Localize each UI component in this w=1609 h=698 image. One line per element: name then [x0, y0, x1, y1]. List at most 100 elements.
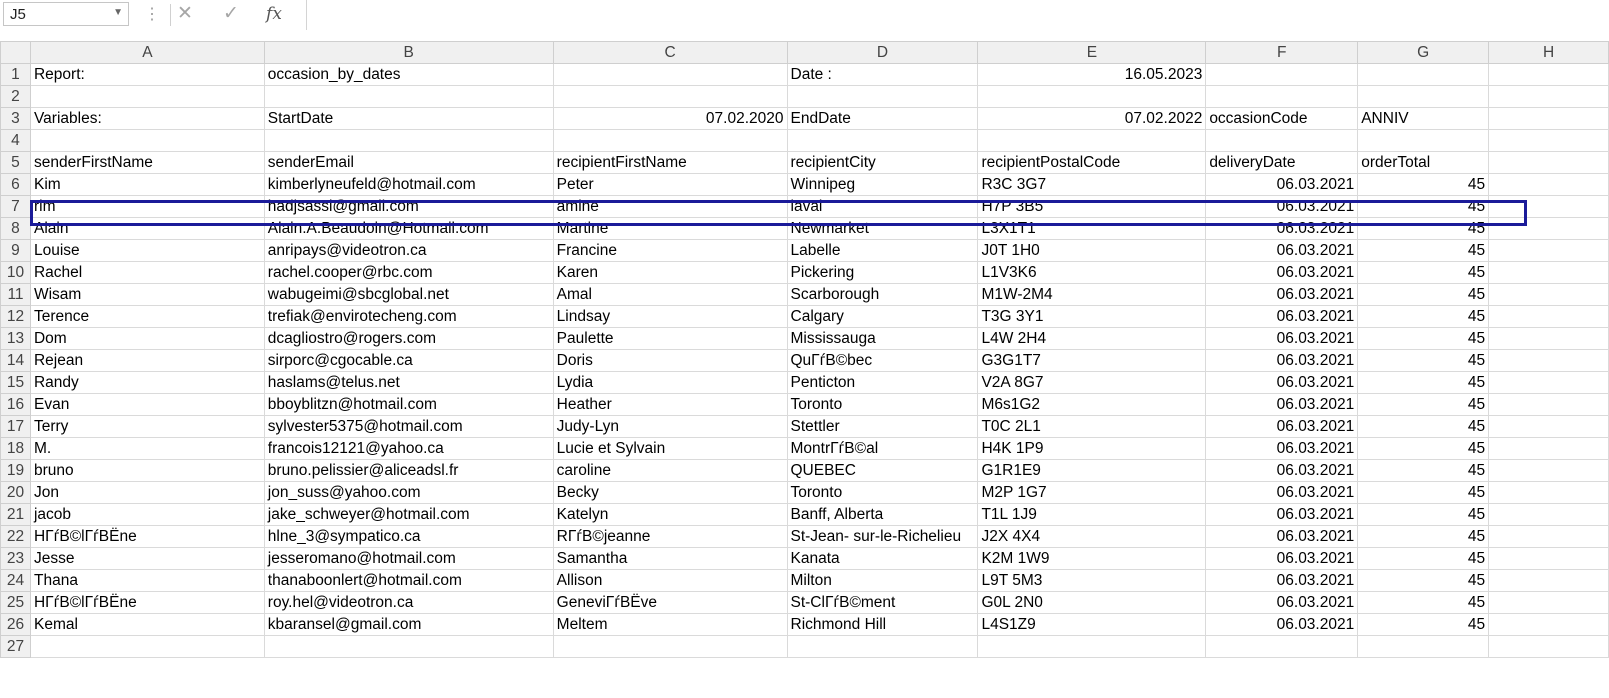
cell-g11[interactable]: 45	[1357, 283, 1490, 306]
row-header[interactable]: 5	[0, 151, 31, 174]
row-header[interactable]: 21	[0, 503, 31, 526]
cell-d14[interactable]: QuΓѓВ©bec	[786, 349, 979, 372]
cell-a11[interactable]: Wisam	[29, 283, 265, 306]
cell-f16[interactable]: 06.03.2021	[1205, 393, 1359, 416]
cell-a24[interactable]: Thana	[29, 569, 265, 592]
column-header-h[interactable]: H	[1488, 41, 1609, 64]
cell-c17[interactable]: Judy-Lyn	[552, 415, 788, 438]
cell-e5[interactable]: recipientPostalCode	[977, 151, 1207, 174]
cell-b27[interactable]	[263, 635, 554, 658]
cell-b19[interactable]: bruno.pelissier@aliceadsl.fr	[263, 459, 554, 482]
name-box[interactable]: J5 ▼	[3, 2, 129, 26]
cell-d3[interactable]: EndDate	[786, 107, 979, 130]
column-header-d[interactable]: D	[786, 41, 979, 64]
cell-e12[interactable]: T3G 3Y1	[977, 305, 1207, 328]
cell-g21[interactable]: 45	[1357, 503, 1490, 526]
cell-g1[interactable]	[1357, 63, 1490, 86]
cell-c7[interactable]: amine	[552, 195, 788, 218]
cell-h14[interactable]	[1488, 349, 1609, 372]
cell-b1[interactable]: occasion_by_dates	[263, 63, 554, 86]
cell-d2[interactable]	[786, 85, 979, 108]
cell-g25[interactable]: 45	[1357, 591, 1490, 614]
cell-h7[interactable]	[1488, 195, 1609, 218]
cell-b24[interactable]: thanaboonlert@hotmail.com	[263, 569, 554, 592]
cell-f17[interactable]: 06.03.2021	[1205, 415, 1359, 438]
cell-a9[interactable]: Louise	[29, 239, 265, 262]
cell-b18[interactable]: francois12121@yahoo.ca	[263, 437, 554, 460]
cell-e26[interactable]: L4S1Z9	[977, 613, 1207, 636]
select-all-corner[interactable]	[0, 41, 31, 64]
cell-c9[interactable]: Francine	[552, 239, 788, 262]
cell-f3[interactable]: occasionCode	[1205, 107, 1359, 130]
cell-d16[interactable]: Toronto	[786, 393, 979, 416]
row-header[interactable]: 13	[0, 327, 31, 350]
cell-g17[interactable]: 45	[1357, 415, 1490, 438]
cell-a4[interactable]	[29, 129, 265, 152]
cell-f2[interactable]	[1205, 85, 1359, 108]
row-header[interactable]: 2	[0, 85, 31, 108]
cell-c13[interactable]: Paulette	[552, 327, 788, 350]
cell-d21[interactable]: Banff, Alberta	[786, 503, 979, 526]
cell-a6[interactable]: Kim	[29, 173, 265, 196]
cell-c11[interactable]: Amal	[552, 283, 788, 306]
cell-c24[interactable]: Allison	[552, 569, 788, 592]
cell-b11[interactable]: wabugeimi@sbcglobal.net	[263, 283, 554, 306]
cell-e7[interactable]: H7P 3B5	[977, 195, 1207, 218]
cell-e2[interactable]	[977, 85, 1207, 108]
cell-h17[interactable]	[1488, 415, 1609, 438]
cell-g23[interactable]: 45	[1357, 547, 1490, 570]
row-header[interactable]: 18	[0, 437, 31, 460]
cell-e20[interactable]: M2P 1G7	[977, 481, 1207, 504]
enter-icon[interactable]: ✓	[218, 2, 244, 26]
cell-f20[interactable]: 06.03.2021	[1205, 481, 1359, 504]
cell-h15[interactable]	[1488, 371, 1609, 394]
cell-d12[interactable]: Calgary	[786, 305, 979, 328]
cell-d9[interactable]: Labelle	[786, 239, 979, 262]
cell-d24[interactable]: Milton	[786, 569, 979, 592]
cell-a8[interactable]: Alain	[29, 217, 265, 240]
cell-e10[interactable]: L1V3K6	[977, 261, 1207, 284]
cell-e15[interactable]: V2A 8G7	[977, 371, 1207, 394]
cell-b6[interactable]: kimberlyneufeld@hotmail.com	[263, 173, 554, 196]
cell-h20[interactable]	[1488, 481, 1609, 504]
cell-a21[interactable]: jacob	[29, 503, 265, 526]
cell-f25[interactable]: 06.03.2021	[1205, 591, 1359, 614]
row-header[interactable]: 19	[0, 459, 31, 482]
cell-h3[interactable]	[1488, 107, 1609, 130]
cell-e6[interactable]: R3C 3G7	[977, 173, 1207, 196]
cell-h11[interactable]	[1488, 283, 1609, 306]
row-header[interactable]: 3	[0, 107, 31, 130]
cell-c16[interactable]: Heather	[552, 393, 788, 416]
cell-b4[interactable]	[263, 129, 554, 152]
cell-g5[interactable]: orderTotal	[1357, 151, 1490, 174]
cell-a10[interactable]: Rachel	[29, 261, 265, 284]
cell-a12[interactable]: Terence	[29, 305, 265, 328]
cell-h16[interactable]	[1488, 393, 1609, 416]
cell-e25[interactable]: G0L 2N0	[977, 591, 1207, 614]
row-header[interactable]: 10	[0, 261, 31, 284]
cell-d7[interactable]: laval	[786, 195, 979, 218]
cell-c4[interactable]	[552, 129, 788, 152]
cell-c20[interactable]: Becky	[552, 481, 788, 504]
cell-h9[interactable]	[1488, 239, 1609, 262]
cell-a15[interactable]: Randy	[29, 371, 265, 394]
cell-d18[interactable]: MontrΓѓВ©al	[786, 437, 979, 460]
column-header-b[interactable]: B	[263, 41, 554, 64]
cell-h18[interactable]	[1488, 437, 1609, 460]
cell-d4[interactable]	[786, 129, 979, 152]
cell-h8[interactable]	[1488, 217, 1609, 240]
cell-b15[interactable]: haslams@telus.net	[263, 371, 554, 394]
cell-c27[interactable]	[552, 635, 788, 658]
cell-f14[interactable]: 06.03.2021	[1205, 349, 1359, 372]
cell-a19[interactable]: bruno	[29, 459, 265, 482]
cell-c25[interactable]: GeneviΓѓВЁve	[552, 591, 788, 614]
cell-h4[interactable]	[1488, 129, 1609, 152]
row-header[interactable]: 23	[0, 547, 31, 570]
cell-a13[interactable]: Dom	[29, 327, 265, 350]
cell-d6[interactable]: Winnipeg	[786, 173, 979, 196]
cell-b17[interactable]: sylvester5375@hotmail.com	[263, 415, 554, 438]
cell-a18[interactable]: M.	[29, 437, 265, 460]
row-header[interactable]: 14	[0, 349, 31, 372]
cell-f11[interactable]: 06.03.2021	[1205, 283, 1359, 306]
cell-g19[interactable]: 45	[1357, 459, 1490, 482]
